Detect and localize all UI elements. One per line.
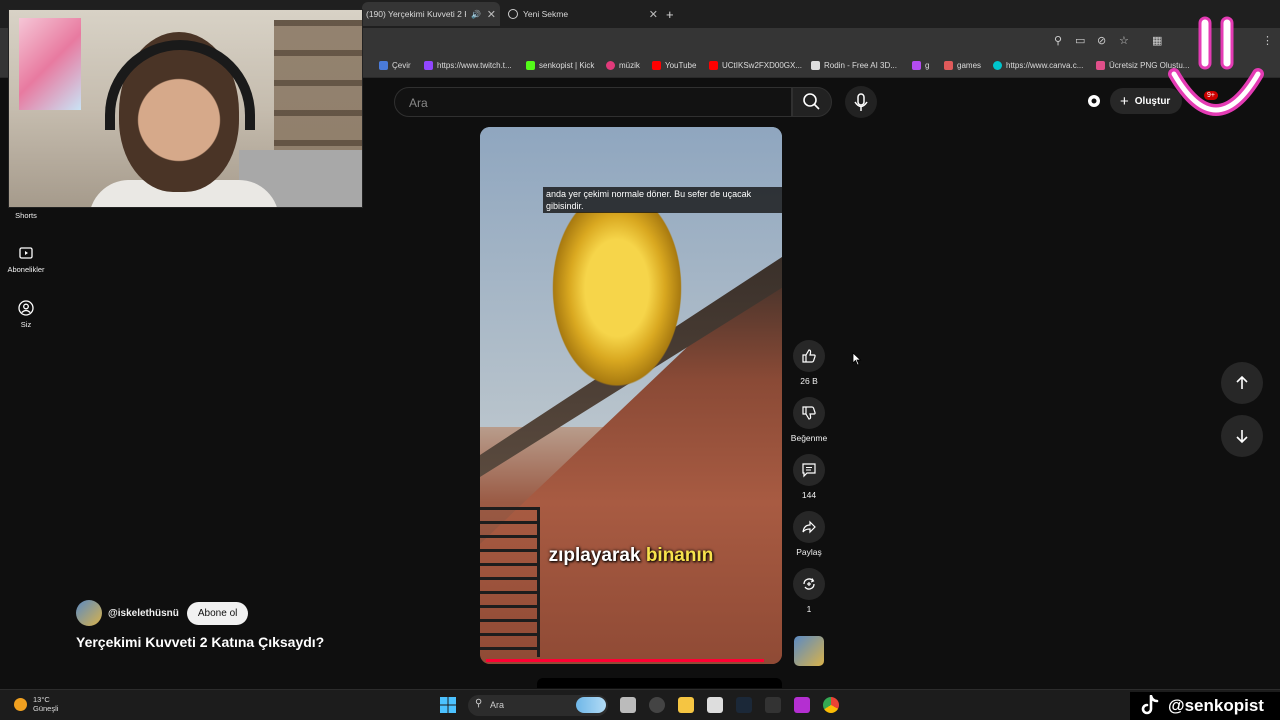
kick-icon xyxy=(526,61,535,70)
like-button[interactable]: 26 B xyxy=(790,340,828,386)
notification-badge[interactable]: 9+ xyxy=(1204,91,1218,100)
dislike-button[interactable]: Beğenme xyxy=(790,397,828,443)
sidebar-item-you[interactable]: Siz xyxy=(0,300,52,329)
games-icon xyxy=(944,61,953,70)
tab-title: (190) Yerçekimi Kuvveti 2 Ka xyxy=(366,9,466,19)
search-icon xyxy=(803,93,820,110)
sidebar-item-shorts[interactable]: Shorts xyxy=(0,211,52,220)
app-icon[interactable] xyxy=(649,697,665,713)
youtube-icon xyxy=(652,61,661,70)
remix-button[interactable]: 1 xyxy=(790,568,828,614)
bookmark-item[interactable]: müzik xyxy=(606,61,640,70)
golden-figure xyxy=(542,212,692,402)
shorts-video-player[interactable]: anda yer çekimi normale döner. Bu sefer … xyxy=(480,127,782,664)
translate-icon xyxy=(379,61,388,70)
next-video-peek xyxy=(537,678,782,688)
close-icon[interactable]: ✕ xyxy=(487,8,496,21)
video-progress-bar[interactable] xyxy=(486,659,765,662)
png-icon xyxy=(1096,61,1105,70)
arrow-up-icon xyxy=(1236,375,1248,389)
mouse-cursor-icon xyxy=(852,352,862,366)
thumbs-down-icon xyxy=(802,406,816,420)
webcam-overlay xyxy=(8,9,363,208)
bookmark-item[interactable]: YouTube xyxy=(652,61,696,70)
bookmark-item[interactable]: Rodin - Free AI 3D... xyxy=(811,61,897,70)
extensions-icon[interactable]: ▦ xyxy=(1152,34,1162,47)
search-icon: ⚲ xyxy=(475,698,483,709)
windows-taskbar: 13°C Güneşli ⚲ Ara xyxy=(0,689,1280,720)
subscriptions-icon xyxy=(19,247,33,259)
bookmark-item[interactable]: senkopist | Kick xyxy=(526,61,594,70)
voice-search-button[interactable] xyxy=(845,86,877,118)
tab-title: Yeni Sekme xyxy=(523,9,569,19)
bookmark-item[interactable]: g xyxy=(912,61,929,70)
tab-new[interactable]: Yeni Sekme ✕ xyxy=(508,4,658,24)
canva-icon xyxy=(993,61,1002,70)
previous-video-button[interactable] xyxy=(1221,362,1263,404)
fire-escape xyxy=(480,507,540,657)
tiktok-icon xyxy=(1141,695,1159,715)
rodin-icon xyxy=(811,61,820,70)
speaker-icon[interactable]: 🔊 xyxy=(471,10,481,19)
bookmark-item[interactable]: https://www.canva.c... xyxy=(993,61,1083,70)
eye-off-icon[interactable]: ⊘ xyxy=(1097,34,1106,47)
share-button[interactable]: Paylaş xyxy=(790,511,828,557)
caption-big: zıplayarak binanın xyxy=(548,545,714,566)
video-title[interactable]: Yerçekimi Kuvveti 2 Katına Çıksaydı? xyxy=(76,634,324,650)
bookmark-item[interactable]: Çevir xyxy=(379,61,411,70)
bookmark-item[interactable]: games xyxy=(944,61,981,70)
bookmark-item[interactable]: https://www.twitch.t... xyxy=(424,61,512,70)
smiley-logo-icon xyxy=(1168,16,1264,116)
file-explorer-icon[interactable] xyxy=(678,697,694,713)
plus-icon: + xyxy=(1120,92,1129,110)
new-tab-button[interactable]: + xyxy=(666,4,674,24)
comments-button[interactable]: 144 xyxy=(790,454,828,500)
zoom-icon[interactable]: ⚲ xyxy=(1054,34,1062,47)
widget-icon[interactable] xyxy=(576,697,606,713)
wall-poster xyxy=(19,18,81,110)
steam-icon[interactable] xyxy=(736,697,752,713)
shelf xyxy=(274,20,362,170)
avatar[interactable] xyxy=(76,600,102,626)
epic-games-icon[interactable] xyxy=(765,697,781,713)
comment-icon xyxy=(802,463,816,478)
youtube-icon xyxy=(709,61,718,70)
star-icon[interactable]: ☆ xyxy=(1119,34,1129,47)
music-icon xyxy=(606,61,615,70)
app-purple-icon[interactable] xyxy=(794,697,810,713)
channel-handle[interactable]: @iskelethüsnü xyxy=(108,608,179,619)
channel-info: @iskelethüsnü Abone ol xyxy=(76,600,249,626)
streamer-watermark: @senkopist xyxy=(1130,692,1280,720)
caption-top: anda yer çekimi normale döner. Bu sefer … xyxy=(543,187,782,213)
sun-icon xyxy=(14,697,27,711)
tab-active-video[interactable]: (190) Yerçekimi Kuvveti 2 Ka 🔊 ✕ xyxy=(362,2,500,26)
weather-widget[interactable]: 13°C Güneşli xyxy=(14,695,58,713)
share-icon xyxy=(802,520,816,534)
windows-start-icon[interactable] xyxy=(440,697,456,713)
cast-icon[interactable]: ▭ xyxy=(1075,34,1085,47)
search-input[interactable]: Ara xyxy=(394,87,792,117)
bookmark-g-icon xyxy=(912,61,921,70)
store-icon[interactable] xyxy=(707,697,723,713)
sound-thumbnail[interactable] xyxy=(794,636,824,666)
thumbs-up-icon xyxy=(802,349,816,363)
arrow-down-icon xyxy=(1236,430,1248,444)
remix-icon xyxy=(803,578,815,590)
next-video-button[interactable] xyxy=(1221,415,1263,457)
bookmark-item[interactable]: UCtIKSw2FXD00GX... xyxy=(709,61,802,70)
task-view-icon[interactable] xyxy=(620,697,636,713)
mic-icon xyxy=(854,93,868,111)
chrome-icon[interactable] xyxy=(823,697,839,713)
user-icon xyxy=(18,300,34,316)
close-icon[interactable]: ✕ xyxy=(649,8,658,21)
subscribe-button[interactable]: Abone ol xyxy=(186,601,249,625)
create-button[interactable]: + Oluştur xyxy=(1110,88,1183,114)
globe-icon xyxy=(508,9,518,19)
sidebar-item-subscriptions[interactable]: Abonelikler xyxy=(0,245,52,274)
gemini-icon[interactable] xyxy=(1086,93,1102,109)
twitch-icon xyxy=(424,61,433,70)
search-button[interactable] xyxy=(792,87,832,117)
